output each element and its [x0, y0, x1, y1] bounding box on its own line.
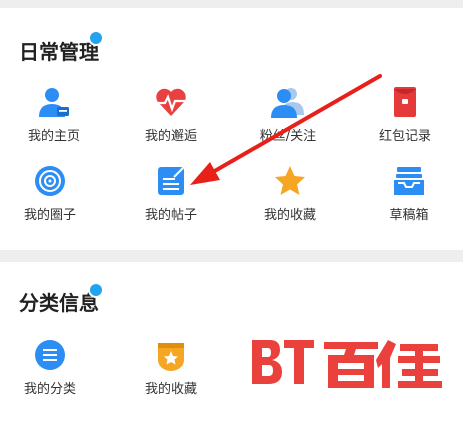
menu-item-my-categories[interactable]: 我的分类 [5, 338, 95, 397]
menu-item-label: 我的收藏 [263, 208, 316, 223]
menu-item-label: 我的帖子 [144, 208, 197, 223]
menu-item-my-favorites[interactable]: 我的收藏 [245, 164, 335, 223]
daily-management-card: 日常管理 我的主页 我的邂逅 粉丝/关注 红包记录 我的圈子 我的帖子 我的收藏… [0, 8, 463, 250]
menu-item-label: 我的收藏 [144, 382, 197, 397]
post-edit-icon [154, 164, 188, 198]
star-badge-icon [154, 338, 188, 372]
notification-dot [88, 282, 104, 298]
menu-item-fans-follow[interactable]: 粉丝/关注 [243, 85, 333, 144]
menu-item-my-posts[interactable]: 我的帖子 [126, 164, 216, 223]
menu-item-label: 粉丝/关注 [259, 129, 317, 144]
menu-item-my-encounters[interactable]: 我的邂逅 [126, 85, 216, 144]
users-icon [271, 85, 305, 119]
circle-target-icon [33, 164, 67, 198]
heart-pulse-icon [154, 85, 188, 119]
menu-item-label: 我的圈子 [23, 208, 76, 223]
section-title-category-info: 分类信息 [19, 291, 99, 315]
notification-dot [88, 30, 104, 46]
star-icon [273, 164, 307, 198]
menu-item-label: 草稿箱 [389, 208, 429, 223]
watermark-logo [248, 336, 448, 396]
menu-item-my-favorites-category[interactable]: 我的收藏 [126, 338, 216, 397]
menu-item-red-envelope-records[interactable]: 红包记录 [360, 85, 450, 144]
inbox-tray-icon [392, 164, 426, 198]
menu-item-drafts[interactable]: 草稿箱 [364, 164, 454, 223]
menu-item-my-circles[interactable]: 我的圈子 [5, 164, 95, 223]
menu-item-my-homepage[interactable]: 我的主页 [9, 85, 99, 144]
menu-item-label: 红包记录 [378, 129, 431, 144]
menu-item-label: 我的邂逅 [144, 129, 197, 144]
menu-item-label: 我的主页 [27, 129, 80, 144]
menu-item-label: 我的分类 [23, 382, 76, 397]
user-card-icon [37, 85, 71, 119]
red-envelope-icon [388, 85, 422, 119]
list-icon [33, 338, 67, 372]
section-title-daily-management: 日常管理 [19, 40, 99, 64]
